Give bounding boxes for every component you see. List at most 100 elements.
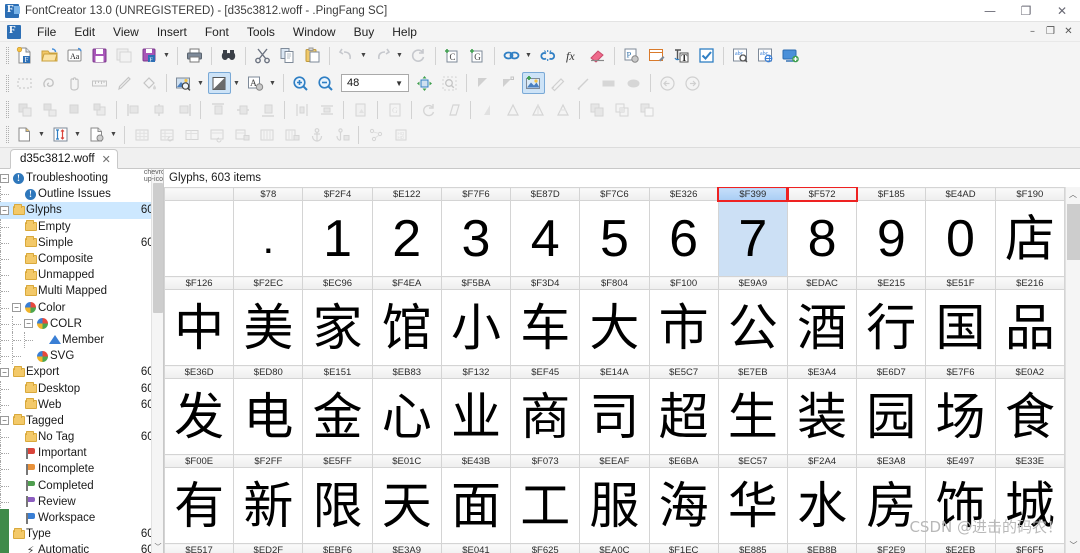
- close-button[interactable]: ✕: [1044, 0, 1080, 22]
- tree-item-empty[interactable]: Empty1: [0, 218, 163, 235]
- glyph-cell[interactable]: 工: [510, 467, 581, 544]
- glyph-cell[interactable]: 6: [648, 200, 719, 277]
- align-objects-button[interactable]: [13, 99, 36, 121]
- glyph-code-header[interactable]: $E151: [302, 365, 373, 379]
- rotate-button[interactable]: [417, 99, 440, 121]
- glyph-cell[interactable]: 车: [510, 289, 581, 366]
- glyph-cell[interactable]: 品: [994, 289, 1065, 366]
- glyph-code-header[interactable]: $F4EA: [371, 276, 442, 290]
- glyph-cell[interactable]: 业: [440, 378, 512, 455]
- image-zoom-dropdown-caret-icon[interactable]: ▼: [196, 72, 205, 94]
- glyph-code-header[interactable]: $E3A9: [371, 543, 442, 553]
- glyph-code-header[interactable]: $F185: [856, 187, 927, 201]
- glyph-code-header[interactable]: $E5FF: [302, 454, 373, 468]
- glyph-cell[interactable]: 超: [648, 378, 719, 455]
- flip-horizontal-button[interactable]: [476, 99, 499, 121]
- toolbar-grip[interactable]: [6, 74, 9, 92]
- glyph-cell[interactable]: 房: [856, 467, 927, 544]
- send-back-button[interactable]: [88, 99, 111, 121]
- glyph-code-header[interactable]: $F2F4: [302, 187, 373, 201]
- glyph-cell[interactable]: 面: [440, 467, 512, 544]
- measure-tool-button[interactable]: [88, 72, 111, 94]
- pan-tool-button[interactable]: [63, 72, 86, 94]
- test-font-button[interactable]: [645, 45, 668, 67]
- new-document-button[interactable]: [13, 124, 36, 146]
- tree-item-workspace[interactable]: Workspace0: [0, 510, 163, 527]
- undo-button[interactable]: [335, 45, 358, 67]
- glyph-cell[interactable]: 家: [302, 289, 373, 366]
- font-style-dropdown-caret-icon[interactable]: ▼: [268, 72, 277, 94]
- save-all-button[interactable]: [113, 45, 136, 67]
- glyph-cell[interactable]: 华: [717, 467, 788, 544]
- glyph-cell[interactable]: 小: [440, 289, 512, 366]
- glyph-cell[interactable]: 服: [579, 467, 650, 544]
- mdi-close-button[interactable]: ✕: [1060, 24, 1077, 39]
- preferences-button[interactable]: P: [620, 45, 643, 67]
- glyph-code-header[interactable]: $EA0C: [579, 543, 650, 553]
- new-document-caret-icon[interactable]: ▼: [37, 124, 46, 146]
- next-glyph-button[interactable]: [681, 72, 704, 94]
- maximize-button[interactable]: ❐: [1008, 0, 1044, 22]
- hinting-button[interactable]: HQ HD: [389, 124, 412, 146]
- eraser-button[interactable]: [586, 45, 609, 67]
- glyph-code-header[interactable]: $E4AD: [925, 187, 996, 201]
- glyph-cell[interactable]: 新: [233, 467, 304, 544]
- install-font-button[interactable]: [779, 45, 802, 67]
- glyph-code-header[interactable]: $E6D7: [856, 365, 927, 379]
- glyph-cell[interactable]: 行: [856, 289, 927, 366]
- glyph-code-header[interactable]: $F126: [164, 276, 235, 290]
- align-center-button[interactable]: [147, 99, 170, 121]
- distribute-objects-button[interactable]: [38, 99, 61, 121]
- zoom-out-button[interactable]: [314, 72, 337, 94]
- toolbar-grip[interactable]: [6, 126, 9, 143]
- undo-dropdown-caret-icon[interactable]: ▼: [359, 45, 368, 67]
- tree-item-completed[interactable]: Completed0: [0, 477, 163, 494]
- glyph-code-header[interactable]: $E01C: [371, 454, 442, 468]
- glyph-cell[interactable]: 有: [164, 467, 235, 544]
- tree-expander-icon[interactable]: −: [0, 205, 9, 215]
- copy-button[interactable]: [276, 45, 299, 67]
- menu-item-help[interactable]: Help: [383, 23, 426, 41]
- scrollbar-thumb[interactable]: [1067, 204, 1080, 260]
- table-lock-button[interactable]: [230, 124, 253, 146]
- glyph-code-header[interactable]: $E7F6: [925, 365, 996, 379]
- tree-expander-icon[interactable]: −: [12, 303, 21, 313]
- glyph-cell[interactable]: 城: [994, 467, 1065, 544]
- glyph-cell[interactable]: 7: [717, 200, 788, 277]
- glyph-code-header[interactable]: $F073: [510, 454, 581, 468]
- glyph-code-header[interactable]: $E216: [994, 276, 1065, 290]
- select-tool-button[interactable]: [13, 72, 36, 94]
- menu-item-insert[interactable]: Insert: [148, 23, 196, 41]
- glyph-code-header[interactable]: $E326: [648, 187, 719, 201]
- glyph-cell[interactable]: 中: [164, 289, 235, 366]
- fit-to-window-button[interactable]: [413, 72, 436, 94]
- glyph-code-header[interactable]: $F625: [510, 543, 581, 553]
- glyph-code-header[interactable]: $E3A4: [786, 365, 858, 379]
- line-tool-button[interactable]: [572, 72, 595, 94]
- toolbar-grip[interactable]: [6, 101, 9, 118]
- glyph-code-header[interactable]: $EBF6: [302, 543, 373, 553]
- glyph-code-header[interactable]: $F3D4: [510, 276, 581, 290]
- glyph-code-header[interactable]: $F7C6: [579, 187, 650, 201]
- open-font-button[interactable]: [38, 45, 61, 67]
- tree-item-multi-mapped[interactable]: Multi Mapped0: [0, 283, 163, 300]
- link-dropdown-caret-icon[interactable]: ▼: [524, 45, 533, 67]
- glyph-code-header[interactable]: $F2A4: [786, 454, 858, 468]
- glyph-cell[interactable]: .: [233, 200, 304, 277]
- glyph-cell[interactable]: 1: [302, 200, 373, 277]
- web-preview-button[interactable]: abc: [754, 45, 777, 67]
- tree-item-export[interactable]: −Export603: [0, 364, 163, 380]
- mirror-button[interactable]: [526, 99, 549, 121]
- glyph-code-header[interactable]: $F2EC: [233, 276, 304, 290]
- tree-item-simple[interactable]: Simple602: [0, 234, 163, 251]
- sidebar-scrollbar[interactable]: chevron-up-icon ﹀: [144, 169, 163, 553]
- ellipse-tool-button[interactable]: [622, 72, 645, 94]
- bring-front-button[interactable]: [63, 99, 86, 121]
- glyph-code-header[interactable]: $E7EB: [717, 365, 788, 379]
- glyph-code-header[interactable]: $F5BA: [440, 276, 512, 290]
- glyph-code-header[interactable]: $E215: [856, 276, 927, 290]
- glyph-cell[interactable]: 园: [856, 378, 927, 455]
- tree-item-automatic[interactable]: ⚡Automatic603: [0, 542, 163, 553]
- glyph-cell[interactable]: 金: [302, 378, 373, 455]
- scroll-up-button[interactable]: chevron-up-icon: [144, 169, 163, 183]
